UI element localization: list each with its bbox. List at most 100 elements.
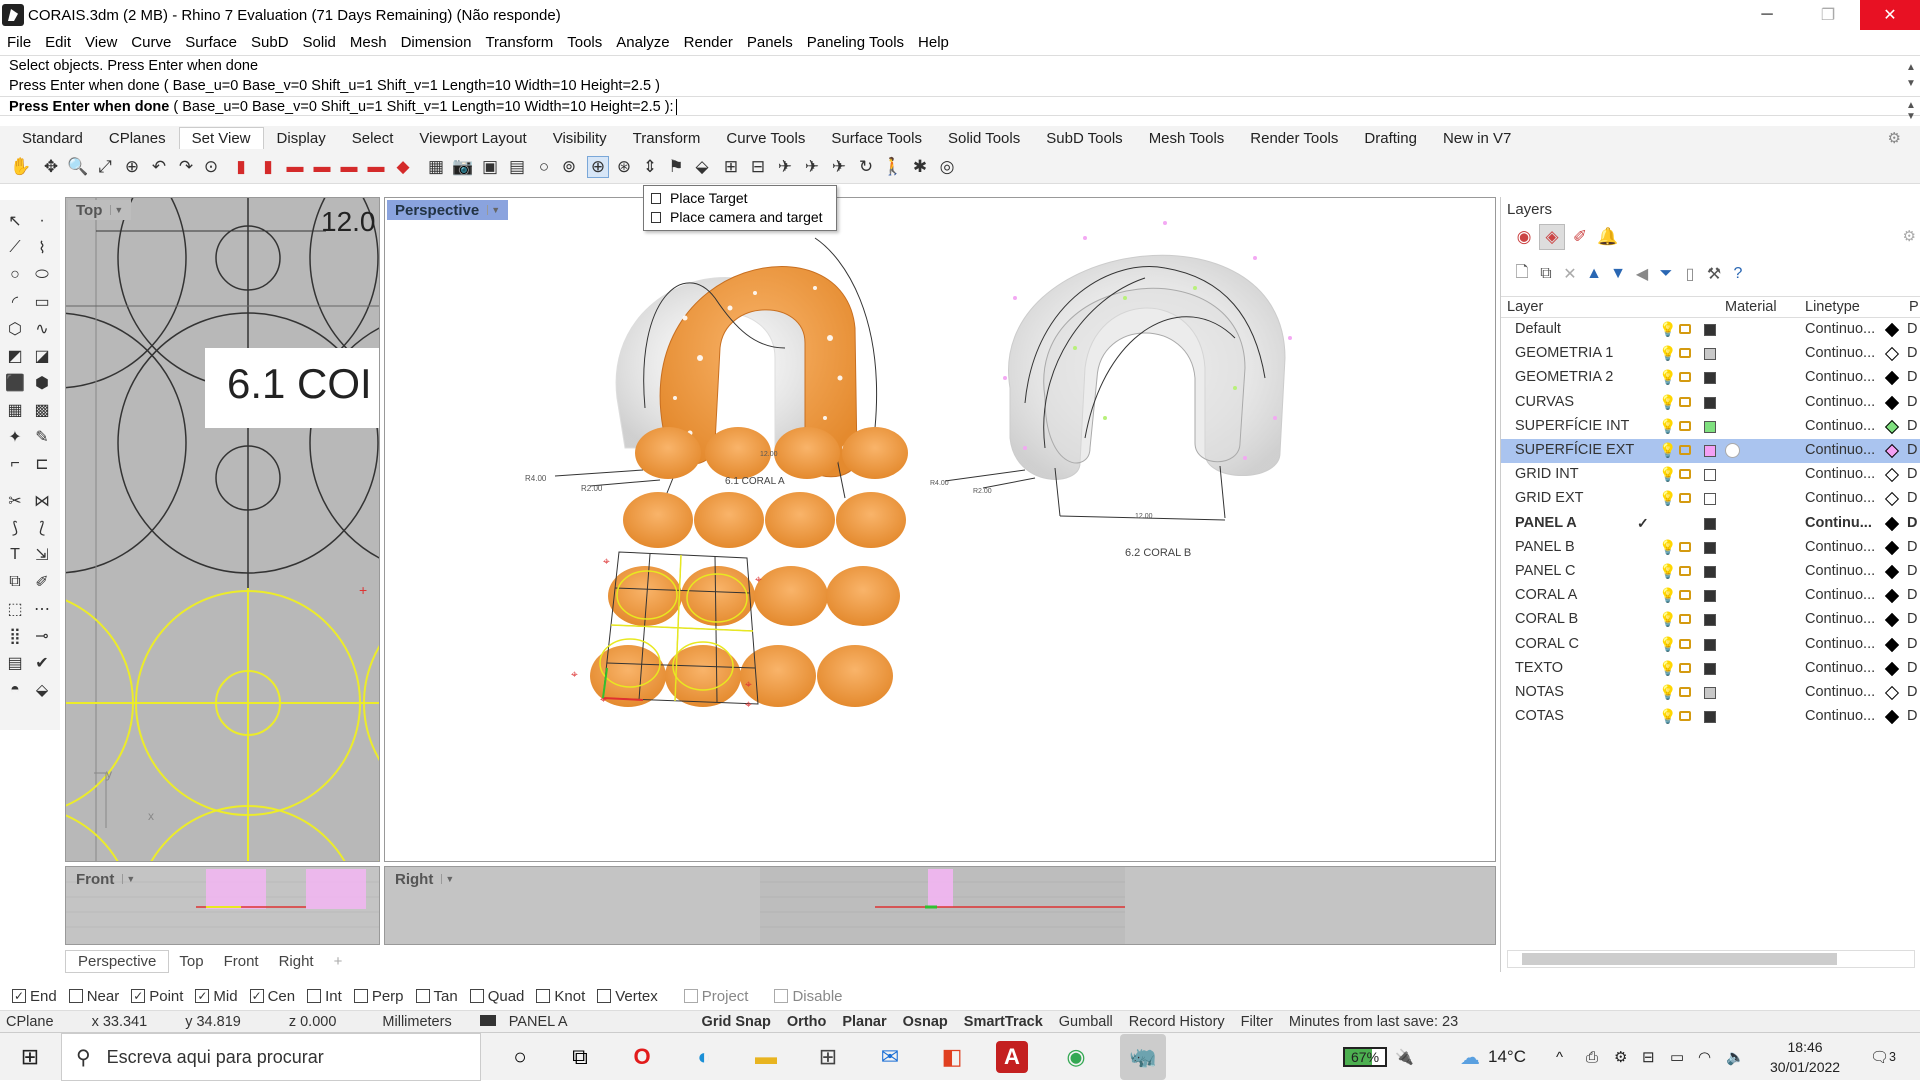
new-layer-icon[interactable]: 🗋	[1511, 263, 1533, 285]
layer-name[interactable]: GEOMETRIA 1	[1515, 345, 1613, 361]
layer-linetype[interactable]: Continuo...	[1805, 369, 1875, 385]
print-color-icon[interactable]	[1884, 613, 1900, 628]
tab-set-view[interactable]: Set View	[178, 127, 264, 149]
lock-icon[interactable]	[1679, 638, 1691, 649]
delete-layer-icon[interactable]: ✕	[1559, 263, 1581, 285]
edit-icon[interactable]: ✐	[31, 571, 53, 593]
lock-icon[interactable]	[1679, 445, 1691, 455]
array-icon[interactable]: ⣿	[4, 625, 26, 647]
vp-tab-top[interactable]: Top	[169, 953, 213, 970]
layer-linetype[interactable]: Continuo...	[1805, 660, 1875, 676]
walk-icon[interactable]: 🚶	[882, 156, 904, 178]
print-width[interactable]: D	[1907, 636, 1917, 652]
layer-color-swatch[interactable]	[1704, 541, 1716, 554]
viewport-front[interactable]: Front ▼	[65, 866, 380, 945]
tools-icon[interactable]: ⚒	[1703, 263, 1725, 285]
analyze-icon[interactable]: ⊸	[31, 625, 53, 647]
new-sublayer-icon[interactable]: ⧉	[1535, 263, 1557, 285]
layer-color-swatch[interactable]	[1704, 662, 1716, 675]
block-icon[interactable]: ⬚	[4, 598, 26, 620]
layer-color-swatch[interactable]	[1704, 614, 1716, 627]
layer-color-swatch[interactable]	[1704, 469, 1716, 482]
lock-icon[interactable]	[1679, 687, 1691, 697]
status-record-history[interactable]: Record History	[1121, 1014, 1233, 1030]
osnap-end[interactable]: ✓ End	[12, 988, 57, 1005]
layer-color-swatch[interactable]	[1704, 566, 1716, 578]
weather-widget[interactable]: ☁ 14°C	[1460, 1033, 1526, 1081]
tab-new-in-v7[interactable]: New in V7	[1430, 130, 1524, 147]
print-color-icon[interactable]	[1884, 443, 1900, 459]
menu-dimension[interactable]: Dimension	[394, 34, 479, 51]
view-right-icon[interactable]: ▬	[365, 156, 387, 178]
layer-state-icon[interactable]: ▯	[1679, 263, 1701, 285]
office-icon[interactable]: ◧	[934, 1039, 970, 1075]
add-viewport-icon[interactable]: +	[324, 953, 353, 970]
print-width[interactable]: D	[1907, 563, 1917, 579]
layer-color-swatch[interactable]	[1704, 348, 1716, 361]
lock-icon[interactable]	[1679, 566, 1691, 576]
tab-curve-tools[interactable]: Curve Tools	[713, 130, 818, 147]
pan-icon[interactable]: ✋	[10, 156, 32, 178]
tab-render-tools[interactable]: Render Tools	[1237, 130, 1351, 147]
lens-icon[interactable]: ○	[533, 156, 555, 178]
split-icon[interactable]: ⋈	[31, 490, 53, 512]
layer-row[interactable]: SUPERFÍCIE INT 💡 Continuo... D	[1501, 415, 1920, 439]
scale-icon[interactable]: ⇲	[31, 544, 53, 566]
layer-linetype[interactable]: Continuo...	[1805, 636, 1875, 652]
edge-icon[interactable]: ◐	[686, 1039, 722, 1075]
osnap-vertex[interactable]: Vertex	[597, 988, 658, 1005]
layers-scrollbar[interactable]	[1507, 950, 1915, 968]
file-explorer-icon[interactable]: ▬	[748, 1039, 784, 1075]
layer-linetype[interactable]: Continu...	[1805, 515, 1872, 531]
layer-name[interactable]: PANEL A	[1515, 515, 1577, 531]
scroll-thumb[interactable]	[1522, 953, 1837, 965]
notifications-icon[interactable]: 🗨 3	[1870, 1033, 1896, 1081]
undo-view-icon[interactable]: ↶	[148, 156, 170, 178]
layer-color-swatch[interactable]	[1704, 493, 1716, 506]
status-ortho[interactable]: Ortho	[779, 1014, 834, 1030]
layer-name[interactable]: CORAL A	[1515, 587, 1577, 603]
print-color-icon[interactable]	[1884, 637, 1900, 652]
layer-name[interactable]: GRID EXT	[1515, 490, 1583, 506]
layer-linetype[interactable]: Continuo...	[1805, 684, 1875, 700]
properties-color-icon[interactable]: ◉	[1511, 224, 1537, 250]
layer-name[interactable]: NOTAS	[1515, 684, 1564, 700]
print-width[interactable]: D	[1907, 660, 1917, 676]
viewport-label-top[interactable]: Top ▼	[68, 200, 132, 220]
layer-name[interactable]: PANEL C	[1515, 563, 1575, 579]
print-width[interactable]: D	[1907, 345, 1917, 361]
tab-mesh-tools[interactable]: Mesh Tools	[1136, 130, 1238, 147]
top-viewport-canvas[interactable]: y x +	[66, 198, 380, 862]
layer-color-swatch[interactable]	[1704, 445, 1716, 457]
vp-tab-perspective[interactable]: Perspective	[65, 949, 170, 973]
lock-icon[interactable]	[1679, 541, 1691, 552]
layer-icon[interactable]: ▤	[4, 652, 26, 674]
vp-tab-right[interactable]: Right	[269, 953, 324, 970]
layer-row[interactable]: SUPERFÍCIE EXT 💡 Continuo... D	[1501, 439, 1920, 463]
elevator-icon[interactable]: ⇕	[639, 156, 661, 178]
layer-name[interactable]: GRID INT	[1515, 466, 1579, 482]
print-color-icon[interactable]	[1884, 371, 1900, 386]
menu-render[interactable]: Render	[677, 34, 740, 51]
zoom-target-icon[interactable]: ⊚	[558, 156, 580, 178]
perspective-match-icon[interactable]: ⬙	[691, 156, 713, 178]
menu-edit[interactable]: Edit	[38, 34, 78, 51]
status-filter[interactable]: Filter	[1233, 1014, 1281, 1030]
chrome-icon[interactable]: ◉	[1058, 1039, 1094, 1075]
layer-color-swatch[interactable]	[1704, 590, 1716, 603]
sun-icon[interactable]: ✱	[909, 156, 931, 178]
checkbox-icon[interactable]	[536, 989, 551, 1003]
layer-name[interactable]: CURVAS	[1515, 394, 1574, 410]
layer-row[interactable]: Default 💡 Continuo... D	[1501, 318, 1920, 342]
help-icon[interactable]: ?	[1727, 263, 1749, 285]
boolean-icon[interactable]: ⬢	[31, 372, 53, 394]
circle-icon[interactable]: ○	[4, 264, 26, 286]
named-views-icon[interactable]: ▣	[479, 156, 501, 178]
layer-name[interactable]: SUPERFÍCIE EXT	[1515, 442, 1634, 458]
curve-icon[interactable]: ⌇	[31, 237, 53, 259]
layer-row[interactable]: GEOMETRIA 1 💡 Continuo... D	[1501, 342, 1920, 366]
polygon-icon[interactable]: ⬡	[4, 318, 26, 340]
move-up-icon[interactable]: ▲	[1583, 263, 1605, 285]
viewport-perspective[interactable]: R4.00 R2.00 6.1 CORAL A 12.00 ⌖⌖⌖⌖⌖⌖	[384, 197, 1496, 862]
fly-view-icon[interactable]: ✈	[828, 156, 850, 178]
